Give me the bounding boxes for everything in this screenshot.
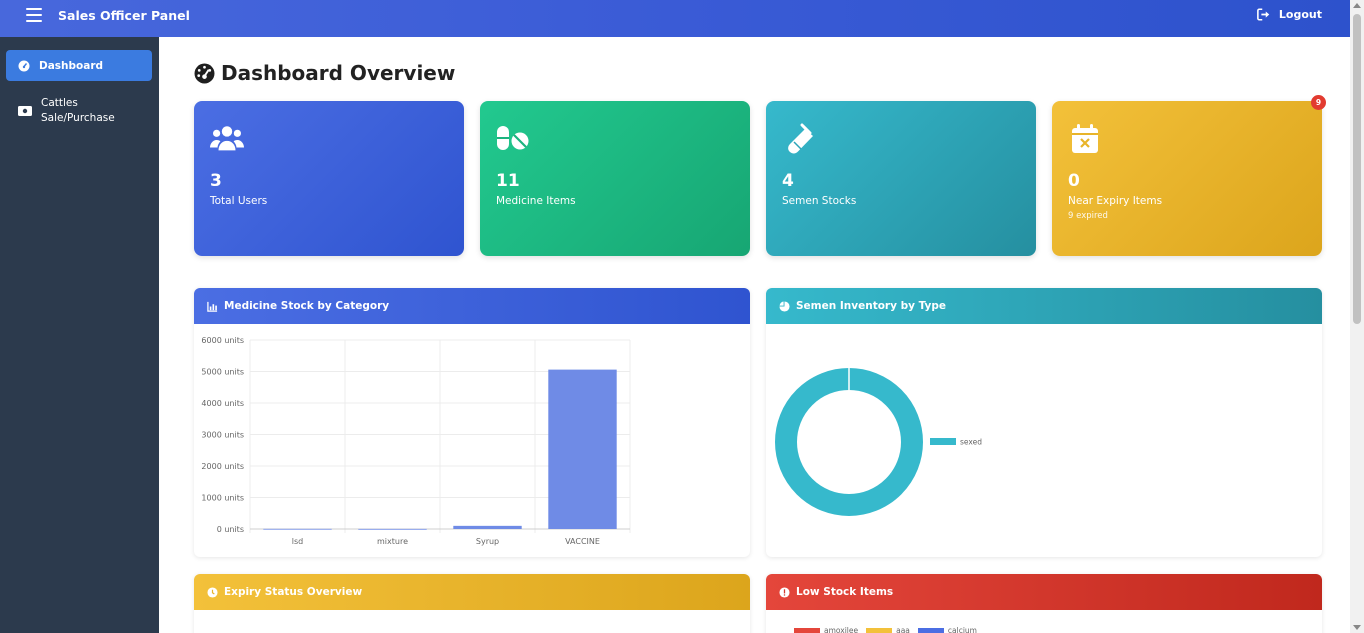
page-title-text: Dashboard Overview	[221, 61, 456, 85]
alert-icon	[779, 586, 790, 598]
calendar-x-icon	[1072, 124, 1098, 153]
sidebar-item-label: Cattles	[41, 97, 78, 109]
sidebar-item-dashboard[interactable]: Dashboard	[6, 50, 152, 81]
stat-card-near-expiry[interactable]: 9 0 Near Expiry Items 9 expired	[1052, 95, 1326, 256]
semen-inventory-chart: sexed	[775, 368, 982, 516]
stat-value: 3	[210, 171, 222, 191]
sidebar-item-cattles[interactable]: Cattles Sale/Purchase	[6, 94, 152, 128]
x-tick-label: lsd	[292, 537, 303, 546]
legend-label: amoxilee	[824, 626, 859, 633]
stat-label: Medicine Items	[496, 195, 576, 207]
stat-value: 0	[1068, 171, 1080, 191]
stat-value: 11	[496, 171, 520, 191]
y-tick-label: 2000 units	[201, 462, 244, 471]
logout-icon	[1256, 8, 1270, 21]
app-title: Sales Officer Panel	[58, 8, 190, 23]
legend-label: sexed	[960, 438, 982, 447]
stat-label: Total Users	[210, 195, 268, 207]
medicine-stock-panel: Medicine Stock by Category 0 units 1000 u…	[194, 288, 750, 557]
slice-sexed	[775, 368, 923, 516]
sidebar-item-label: Dashboard	[39, 59, 104, 72]
sidebar-item-label: Sale/Purchase	[41, 112, 115, 124]
page-title: Dashboard Overview	[194, 61, 455, 85]
menu-toggle-icon[interactable]	[26, 8, 42, 22]
logout-label: Logout	[1278, 8, 1322, 21]
y-tick-label: 6000 units	[201, 336, 244, 345]
top-navbar: Sales Officer Panel Logout	[0, 0, 1350, 37]
legend-label: aaa	[896, 626, 910, 633]
bar-mixture	[358, 528, 427, 530]
stat-card-total-users[interactable]: 3 Total Users	[194, 101, 464, 256]
stat-label: Near Expiry Items	[1068, 195, 1163, 207]
stat-label: Semen Stocks	[782, 195, 857, 207]
clock-icon	[207, 586, 218, 598]
panel-title: Medicine Stock by Category	[224, 300, 390, 312]
bar-chart-icon	[207, 301, 218, 312]
bar-vaccine	[548, 369, 617, 529]
scroll-down-icon[interactable]	[1353, 625, 1361, 630]
x-tick-label: mixture	[377, 537, 408, 546]
panel-header: Low Stock Items	[766, 574, 1322, 610]
bar-syrup	[453, 525, 522, 529]
panel-header: Medicine Stock by Category	[194, 288, 750, 324]
panel-title: Low Stock Items	[796, 586, 894, 598]
main-content: Dashboard Overview 3 Total Users 11 Medi…	[159, 37, 1350, 633]
gauge-icon	[194, 63, 215, 83]
x-tick-label: Syrup	[476, 537, 499, 546]
legend-item[interactable]: aaa	[866, 626, 910, 633]
legend-item[interactable]: amoxilee	[794, 626, 858, 633]
notification-badge: 9	[1311, 95, 1326, 110]
stat-sub-label: 9 expired	[1068, 211, 1108, 221]
gauge-icon	[18, 60, 30, 72]
y-tick-label: 1000 units	[201, 494, 244, 503]
panel-header: Expiry Status Overview	[194, 574, 750, 610]
panel-title: Expiry Status Overview	[224, 586, 363, 598]
low-stock-panel: Low Stock Items amoxilee aaa calcium	[766, 574, 1322, 633]
sidebar: Dashboard Cattles Sale/Purchase	[0, 37, 159, 633]
legend-swatch	[930, 438, 956, 445]
medicine-stock-chart: 0 units 1000 units 2000 units 3000 units 400…	[201, 336, 631, 546]
scrollbar-thumb[interactable]	[1353, 14, 1361, 324]
legend-label: calcium	[947, 626, 977, 633]
low-stock-legend: amoxilee aaa calcium	[794, 626, 977, 633]
expiry-status-panel: Expiry Status Overview	[194, 574, 750, 633]
y-tick-label: 5000 units	[201, 368, 244, 377]
users-icon	[210, 126, 244, 151]
page-scrollbar[interactable]	[1350, 0, 1364, 633]
scroll-up-icon[interactable]	[1353, 3, 1361, 8]
panel-title: Semen Inventory by Type	[796, 300, 947, 312]
y-tick-label: 3000 units	[201, 431, 244, 440]
stat-card-semen-stocks[interactable]: 4 Semen Stocks	[766, 101, 1036, 256]
pills-icon	[497, 126, 529, 150]
panel-header: Semen Inventory by Type	[766, 288, 1322, 324]
money-icon	[18, 106, 32, 116]
pie-chart-icon	[779, 300, 790, 312]
logout-button[interactable]: Logout	[1256, 8, 1322, 21]
semen-inventory-panel: Semen Inventory by Type sexed	[766, 288, 1322, 557]
stat-card-medicine-items[interactable]: 11 Medicine Items	[480, 101, 750, 256]
stat-value: 4	[782, 171, 794, 191]
legend-item[interactable]: calcium	[917, 626, 977, 633]
bar-lsd	[263, 528, 332, 530]
y-tick-label: 0 units	[217, 525, 244, 534]
y-tick-label: 4000 units	[201, 399, 244, 408]
vial-icon	[788, 123, 813, 154]
x-tick-label: VACCINE	[565, 537, 600, 546]
